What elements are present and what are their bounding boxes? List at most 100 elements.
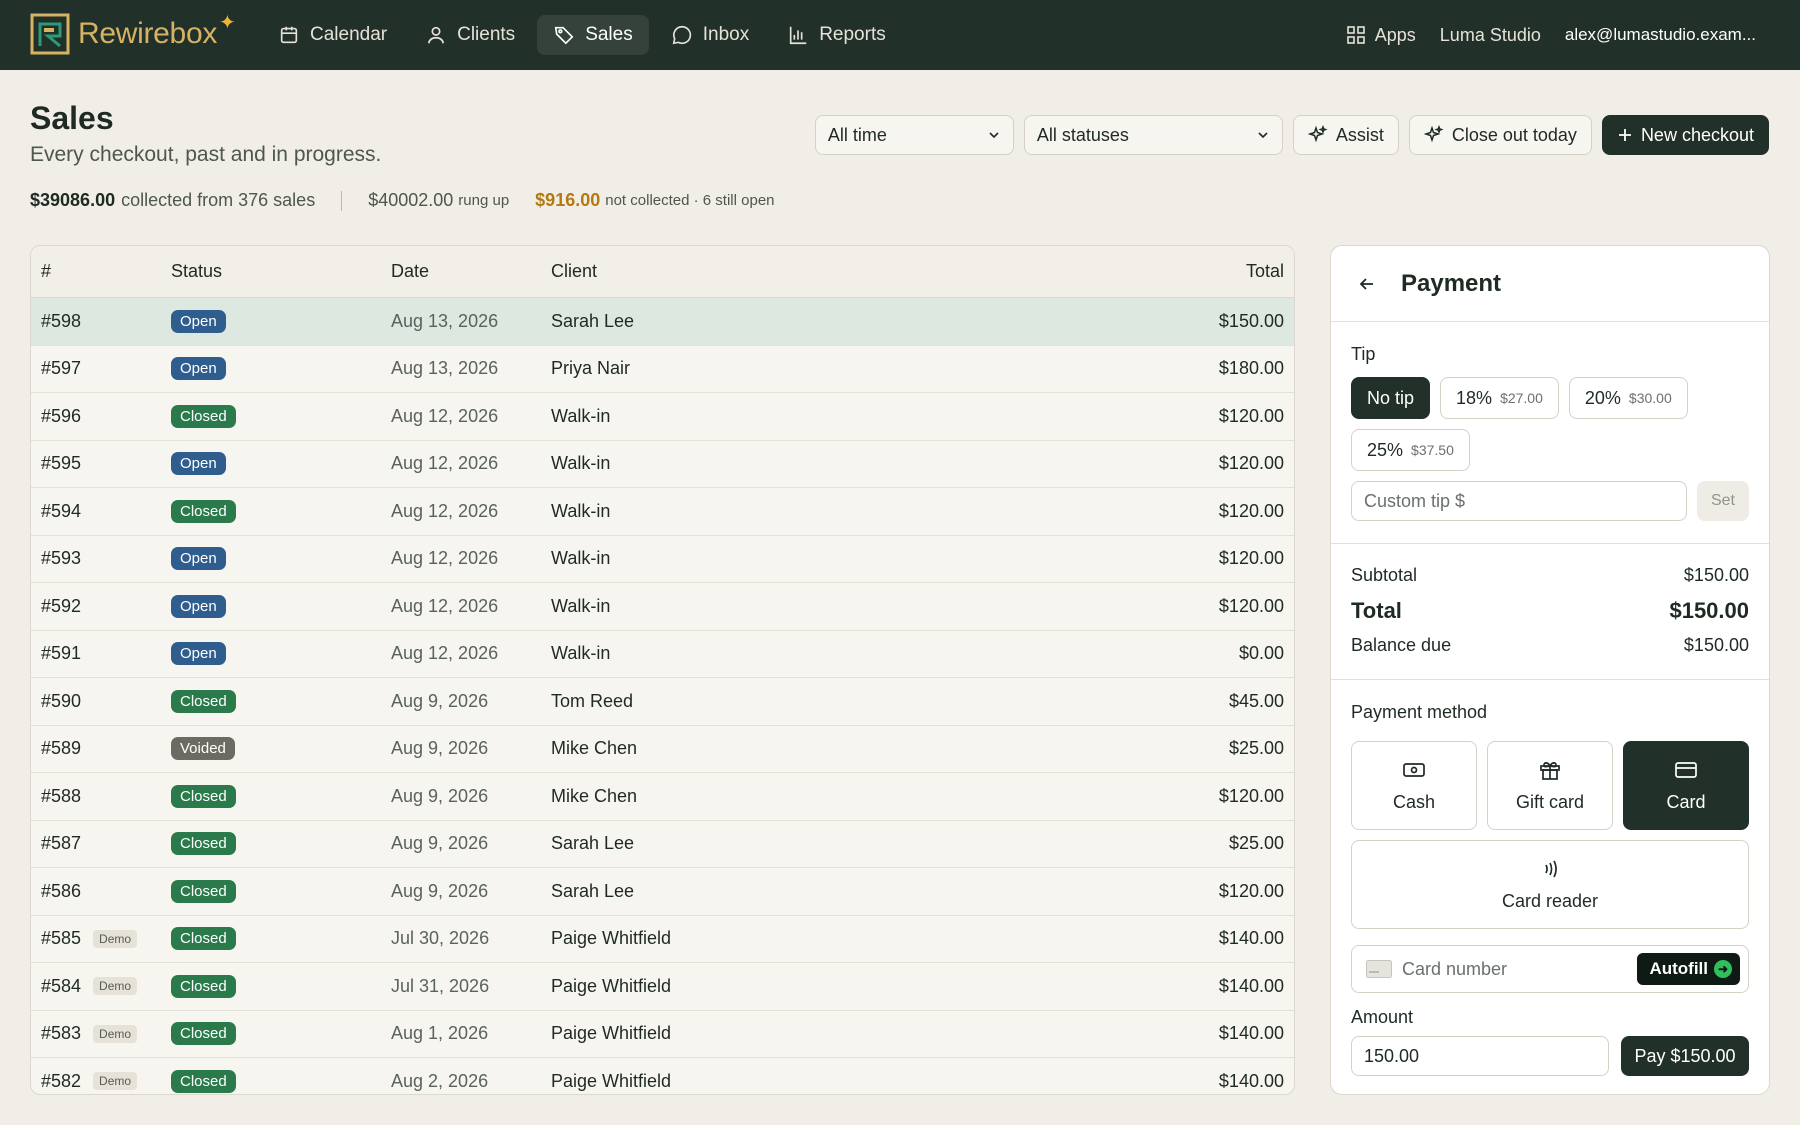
sale-total: $140.00: [1218, 1070, 1284, 1091]
method-card-reader-button[interactable]: Card reader: [1351, 840, 1749, 929]
sale-number: #590: [41, 690, 82, 711]
sale-date: Aug 9, 2026: [391, 690, 489, 711]
table-row[interactable]: #594 Closed Aug 12, 2026 Walk-in $120.00: [31, 488, 1294, 536]
table-row[interactable]: #588 Closed Aug 9, 2026 Mike Chen $120.00: [31, 773, 1294, 821]
tip-option-none[interactable]: No tip: [1351, 377, 1431, 419]
method-cash-button[interactable]: Cash: [1351, 741, 1477, 830]
method-label: Card: [1666, 792, 1706, 812]
sale-number: #587: [41, 833, 82, 854]
nav-sales[interactable]: Sales: [537, 15, 649, 55]
app-logo[interactable]: Rewirebox ✦: [30, 11, 236, 56]
demo-badge: Demo: [93, 1072, 138, 1091]
tip-option-amount: $37.50: [1411, 442, 1454, 458]
card-number-placeholder: Card number: [1402, 958, 1508, 979]
table-row[interactable]: #592 Open Aug 12, 2026 Walk-in $120.00: [31, 583, 1294, 631]
table-row[interactable]: #582 Demo Closed Aug 2, 2026 Paige Whitfield…: [31, 1058, 1294, 1094]
column-header[interactable]: Status: [171, 261, 391, 282]
tip-option-20[interactable]: 20% $30.00: [1568, 377, 1688, 419]
subtotal-label: Subtotal: [1351, 565, 1418, 585]
studio-name[interactable]: Luma Studio: [1440, 25, 1541, 46]
sale-total: $120.00: [1218, 405, 1284, 426]
pay-button[interactable]: Pay $150.00: [1621, 1036, 1749, 1076]
back-arrow-icon[interactable]: [1357, 274, 1377, 294]
sale-total: $180.00: [1218, 358, 1284, 379]
nav-calendar[interactable]: Calendar: [262, 15, 403, 55]
sale-date: Aug 12, 2026: [391, 453, 499, 474]
status-filter[interactable]: All statuses: [1023, 115, 1283, 155]
arrow-right-icon: ➜: [1714, 960, 1732, 978]
tip-option-18[interactable]: 18% $27.00: [1440, 377, 1559, 419]
status-cell: Open: [171, 642, 391, 666]
logo-icon: [30, 13, 70, 55]
table-row[interactable]: #597 Open Aug 13, 2026 Priya Nair $180.00: [31, 346, 1294, 393]
amount-input[interactable]: 150.00: [1351, 1036, 1609, 1076]
status-badge: Open: [171, 547, 226, 571]
sale-date: Jul 30, 2026: [391, 928, 490, 949]
table-row[interactable]: #583 Demo Closed Aug 1, 2026 Paige Whitfield…: [31, 1011, 1294, 1058]
method-label: Gift card: [1515, 792, 1585, 812]
sale-total: $140.00: [1218, 975, 1284, 996]
table-row[interactable]: #591 Open Aug 12, 2026 Walk-in $0.00: [31, 631, 1294, 678]
sale-number: #594: [41, 500, 82, 521]
table-row[interactable]: #598 Open Aug 13, 2026 Sarah Lee $150.00: [31, 298, 1294, 346]
set-tip-button[interactable]: Set: [1697, 481, 1749, 521]
tip-option-label: 25%: [1367, 439, 1404, 460]
nav-label: Clients: [457, 24, 516, 45]
method-label: Card reader: [1501, 891, 1599, 911]
apps-button[interactable]: Apps: [1346, 25, 1416, 46]
column-header[interactable]: Client: [551, 261, 1094, 282]
sale-number-cell: #596: [31, 406, 171, 427]
nav-reports[interactable]: Reports: [771, 15, 902, 55]
sale-number-cell: #590: [31, 691, 171, 712]
table-row[interactable]: #595 Open Aug 12, 2026 Walk-in $120.00: [31, 441, 1294, 488]
custom-tip-input[interactable]: Custom tip $: [1351, 481, 1687, 521]
sale-total: $25.00: [1228, 738, 1284, 759]
column-header[interactable]: Total: [1094, 261, 1294, 282]
credit-card-icon: [1366, 960, 1392, 978]
table-row[interactable]: #590 Closed Aug 9, 2026 Tom Reed $45.00: [31, 678, 1294, 726]
table-row[interactable]: #589 Voided Aug 9, 2026 Mike Chen $25.00: [31, 726, 1294, 773]
sparkle-icon: ✦: [219, 11, 236, 34]
table-row[interactable]: #584 Demo Closed Jul 31, 2026 Paige Whitfiel…: [31, 963, 1294, 1011]
table-row[interactable]: #586 Closed Aug 9, 2026 Sarah Lee $120.00: [31, 868, 1294, 916]
account-email[interactable]: alex@lumastudio.exam...: [1565, 25, 1756, 45]
method-gift-card-button[interactable]: Gift card: [1487, 741, 1613, 830]
column-header[interactable]: #: [31, 261, 171, 282]
sales-summary: $39086.00 collected from 376 sales $4000…: [30, 190, 775, 211]
time-filter-value: All time: [827, 124, 887, 145]
autofill-button[interactable]: Autofill ➜: [1637, 953, 1740, 985]
main-nav: Calendar Clients Sales Inbox Reports: [262, 15, 902, 55]
card-number-field[interactable]: Card number Autofill ➜: [1351, 945, 1749, 993]
method-card-button[interactable]: Card: [1623, 741, 1749, 830]
assist-button[interactable]: Assist: [1292, 115, 1399, 155]
tip-option-amount: $30.00: [1628, 390, 1672, 406]
table-row[interactable]: #585 Demo Closed Jul 30, 2026 Paige Whitfiel…: [31, 916, 1294, 963]
column-header[interactable]: Date: [391, 261, 551, 282]
sale-number: #585: [41, 928, 82, 949]
sale-number-cell: #591: [31, 643, 171, 664]
sale-date: Aug 12, 2026: [391, 595, 499, 616]
table-row[interactable]: #596 Closed Aug 12, 2026 Walk-in $120.00: [31, 393, 1294, 441]
sale-client: Walk-in: [551, 500, 611, 521]
time-filter[interactable]: All time: [814, 115, 1014, 155]
table-header: # Status Date Client Total: [31, 246, 1294, 298]
chevron-down-icon: [989, 132, 999, 139]
table-row[interactable]: #587 Closed Aug 9, 2026 Sarah Lee $25.00: [31, 821, 1294, 868]
sale-number: #588: [41, 785, 82, 806]
status-badge: Open: [171, 594, 226, 618]
status-cell: Open: [171, 594, 391, 618]
tip-section: Tip No tip 18% $27.00 20% $30.00 25% $37…: [1331, 344, 1769, 521]
tip-option-label: 18%: [1456, 387, 1493, 408]
tip-option-25[interactable]: 25% $37.50: [1351, 429, 1470, 471]
not-collected-amount: $916.00: [535, 190, 601, 210]
new-checkout-button[interactable]: New checkout: [1601, 115, 1769, 155]
totals-section: Subtotal $150.00 Total $150.00 Balance d…: [1331, 558, 1769, 663]
nav-inbox[interactable]: Inbox: [655, 15, 765, 55]
method-label: Cash: [1392, 792, 1436, 812]
nav-clients[interactable]: Clients: [409, 15, 531, 55]
status-cell: Closed: [171, 974, 391, 998]
sale-date: Aug 9, 2026: [391, 785, 489, 806]
close-out-button[interactable]: Close out today: [1408, 115, 1592, 155]
sale-total: $120.00: [1218, 500, 1284, 521]
table-row[interactable]: #593 Open Aug 12, 2026 Walk-in $120.00: [31, 536, 1294, 583]
